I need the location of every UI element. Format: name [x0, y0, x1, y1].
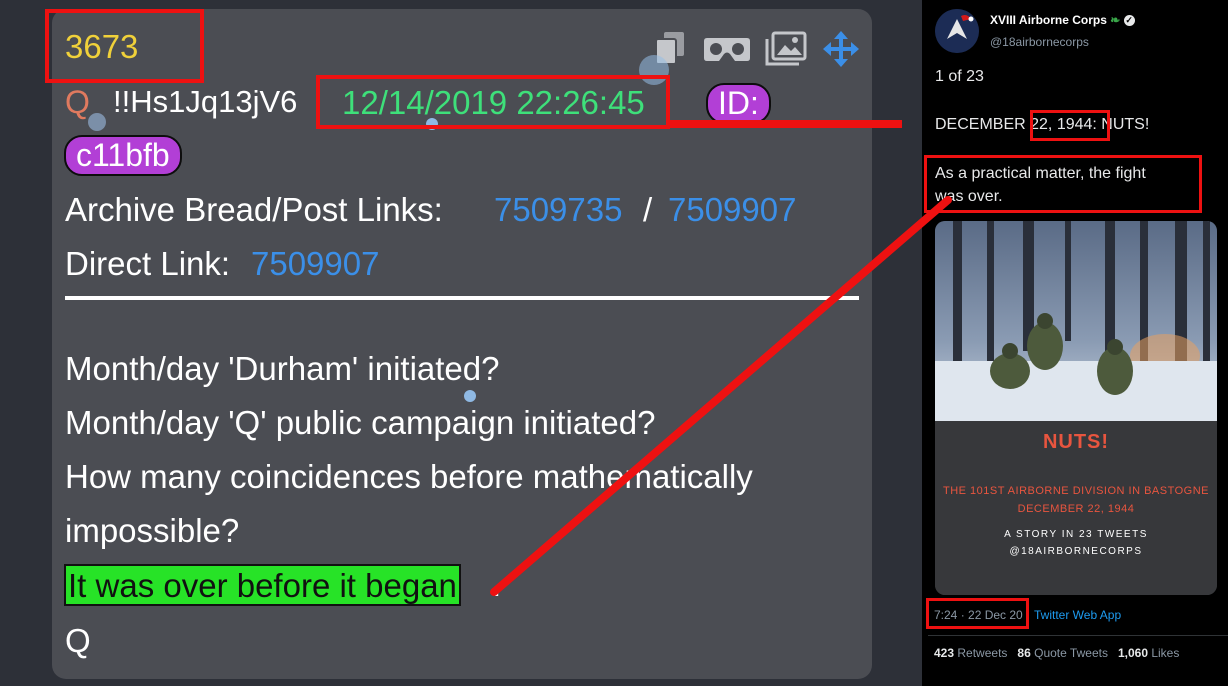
annotation-arrow-line — [490, 196, 952, 596]
